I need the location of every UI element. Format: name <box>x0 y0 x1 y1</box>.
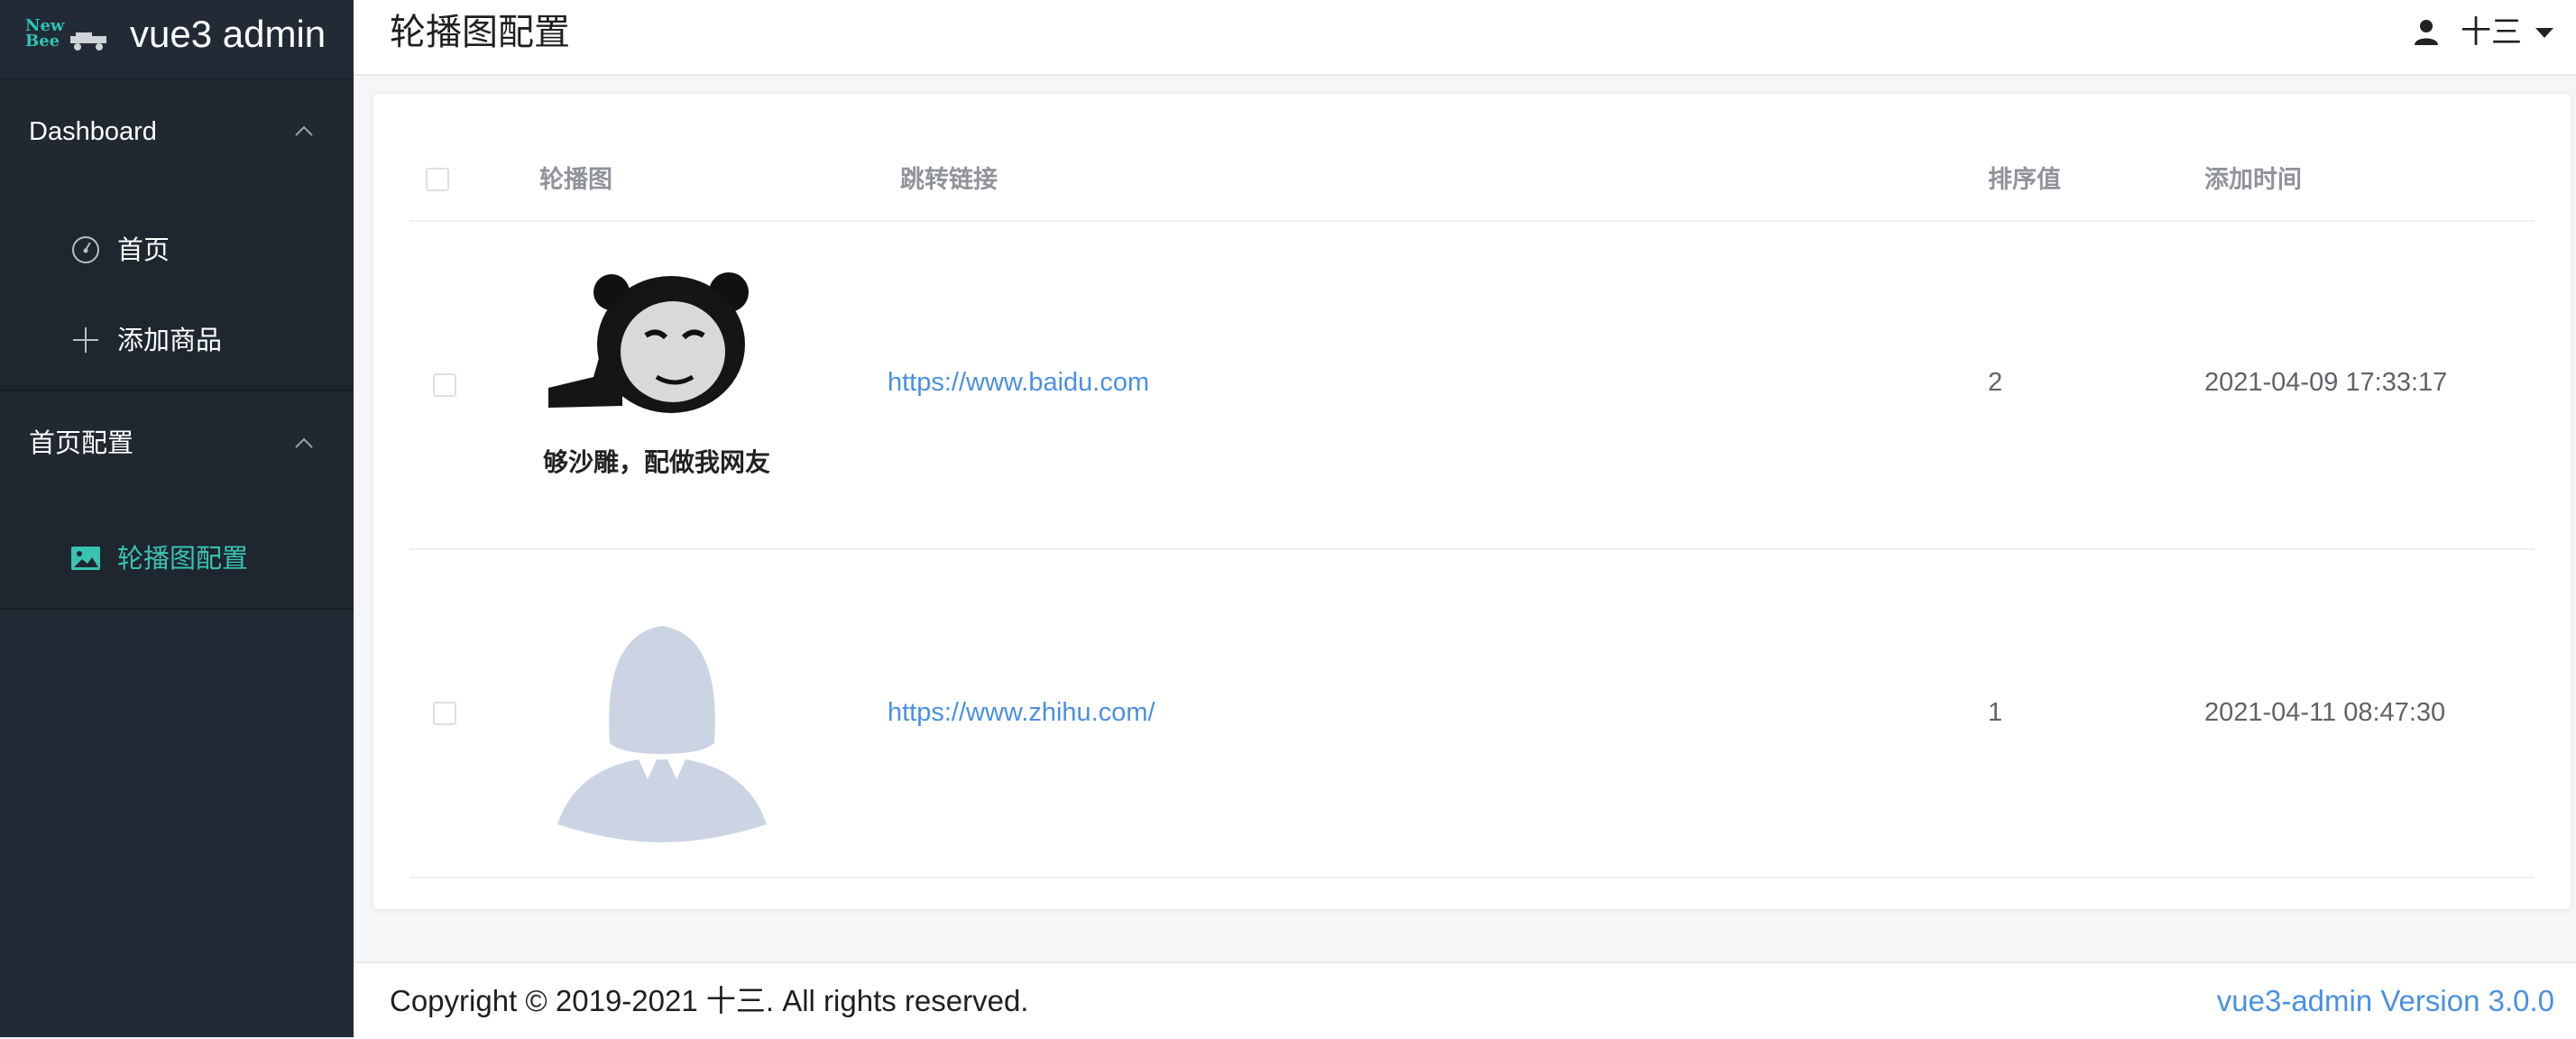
sidebar-item-add-product[interactable]: 添加商品 <box>0 301 354 382</box>
sidebar-item-label: 首页 <box>117 236 170 265</box>
table-row: 够沙雕，配做我网友 https://www.baidu.com 2 2021-0… <box>409 222 2535 550</box>
sidebar-item-carousel-config[interactable]: 轮播图配置 <box>0 520 354 601</box>
column-header-link: 跳转链接 <box>900 166 998 193</box>
sidebar: New Bee vue3 admin Dashboard 首页 添加商品 首页配… <box>0 0 354 1037</box>
user-name: 十三 <box>2461 15 2522 50</box>
menu-group-dashboard: Dashboard 首页 添加商品 <box>0 79 354 390</box>
select-all-checkbox[interactable] <box>426 168 449 191</box>
sidebar-item-label: 轮播图配置 <box>117 545 249 574</box>
panda-meme-image: 够沙雕，配做我网友 <box>539 262 785 507</box>
submenu-title-label: Dashboard <box>29 117 157 146</box>
menu-group-home-config: 首页配置 轮播图配置 <box>0 391 354 608</box>
car-icon <box>70 32 106 51</box>
logo-text-line2: Bee <box>25 32 60 51</box>
carousel-table-card: 轮播图 跳转链接 排序值 添加时间 够沙雕，配做我网友 https://www.… <box>373 94 2571 909</box>
submenu-title-home-config[interactable]: 首页配置 <box>0 391 354 501</box>
row-checkbox[interactable] <box>433 373 456 397</box>
row-link[interactable]: https://www.baidu.com <box>888 366 1149 399</box>
submenu-title-dashboard[interactable]: Dashboard <box>0 79 354 189</box>
sidebar-item-home[interactable]: 首页 <box>0 211 354 292</box>
top-header: 轮播图配置 十三 <box>354 0 2576 76</box>
row-checkbox[interactable] <box>433 702 456 725</box>
caret-down-icon <box>2535 28 2553 38</box>
row-sort-value: 1 <box>1988 698 2003 727</box>
page-title: 轮播图配置 <box>390 13 570 52</box>
row-link[interactable]: https://www.zhihu.com/ <box>888 696 1155 729</box>
dashboard-icon <box>72 236 99 263</box>
submenu-title-label: 首页配置 <box>29 429 134 458</box>
chevron-up-icon <box>295 125 313 136</box>
sidebar-item-label: 添加商品 <box>117 326 223 355</box>
column-header-sort: 排序值 <box>1988 166 2061 193</box>
copyright-text: Copyright © 2019-2021 十三. All rights res… <box>390 984 1029 1017</box>
page-footer: Copyright © 2019-2021 十三. All rights res… <box>354 961 2576 1039</box>
table-header: 轮播图 跳转链接 排序值 添加时间 <box>409 139 2535 222</box>
chevron-up-icon <box>295 437 313 448</box>
version-link[interactable]: vue3-admin Version 3.0.0 <box>2217 983 2554 1019</box>
user-icon <box>2415 20 2438 45</box>
row-sort-value: 2 <box>1988 368 2003 397</box>
avatar-placeholder-image <box>557 626 767 842</box>
sidebar-divider <box>0 608 354 610</box>
column-header-created: 添加时间 <box>2204 166 2302 193</box>
table-row: https://www.zhihu.com/ 1 2021-04-11 08:4… <box>409 550 2535 878</box>
carousel-image-panda-meme[interactable]: 够沙雕，配做我网友 <box>539 262 785 507</box>
carousel-image-avatar[interactable] <box>539 599 785 844</box>
plus-icon <box>73 327 98 353</box>
newbee-logo-icon: New Bee <box>25 18 114 51</box>
image-caption: 够沙雕，配做我网友 <box>543 447 770 477</box>
image-icon <box>71 547 100 570</box>
app-logo[interactable]: New Bee vue3 admin <box>0 0 354 79</box>
row-created-time: 2021-04-11 08:47:30 <box>2204 698 2446 727</box>
row-created-time: 2021-04-09 17:33:17 <box>2204 368 2448 397</box>
app-title: vue3 admin <box>130 13 327 55</box>
column-header-image: 轮播图 <box>539 166 612 193</box>
user-menu[interactable]: 十三 <box>2412 13 2554 52</box>
